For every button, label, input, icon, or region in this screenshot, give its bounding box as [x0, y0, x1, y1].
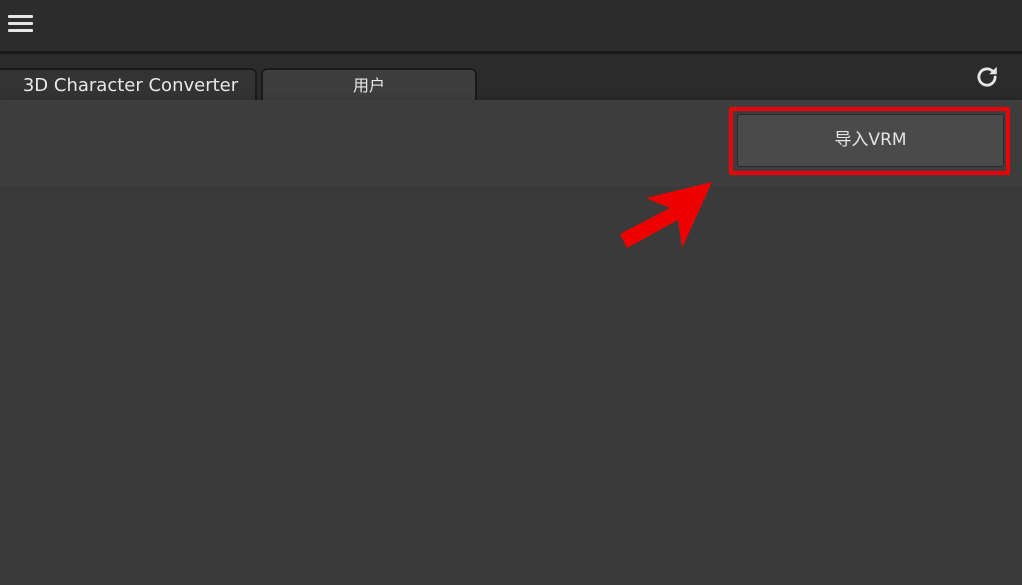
top-bar	[0, 0, 1022, 54]
tab-label: 3D Character Converter	[22, 75, 239, 96]
tab-label: 用户	[352, 76, 385, 95]
red-arrow-icon	[620, 182, 712, 248]
main-content-area	[0, 186, 1022, 585]
tab-3d-character-converter[interactable]: 3D Character Converter	[0, 68, 257, 102]
tab-user[interactable]: 用户	[261, 68, 477, 102]
import-vrm-button[interactable]: 导入VRM	[737, 114, 1004, 167]
app-window: 3D Character Converter 用户 导入VRM	[0, 0, 1022, 585]
import-vrm-label: 导入VRM	[834, 130, 907, 150]
tab-strip: 3D Character Converter 用户	[0, 54, 1022, 102]
refresh-icon[interactable]	[974, 64, 1000, 90]
hamburger-menu-icon[interactable]	[8, 12, 34, 34]
